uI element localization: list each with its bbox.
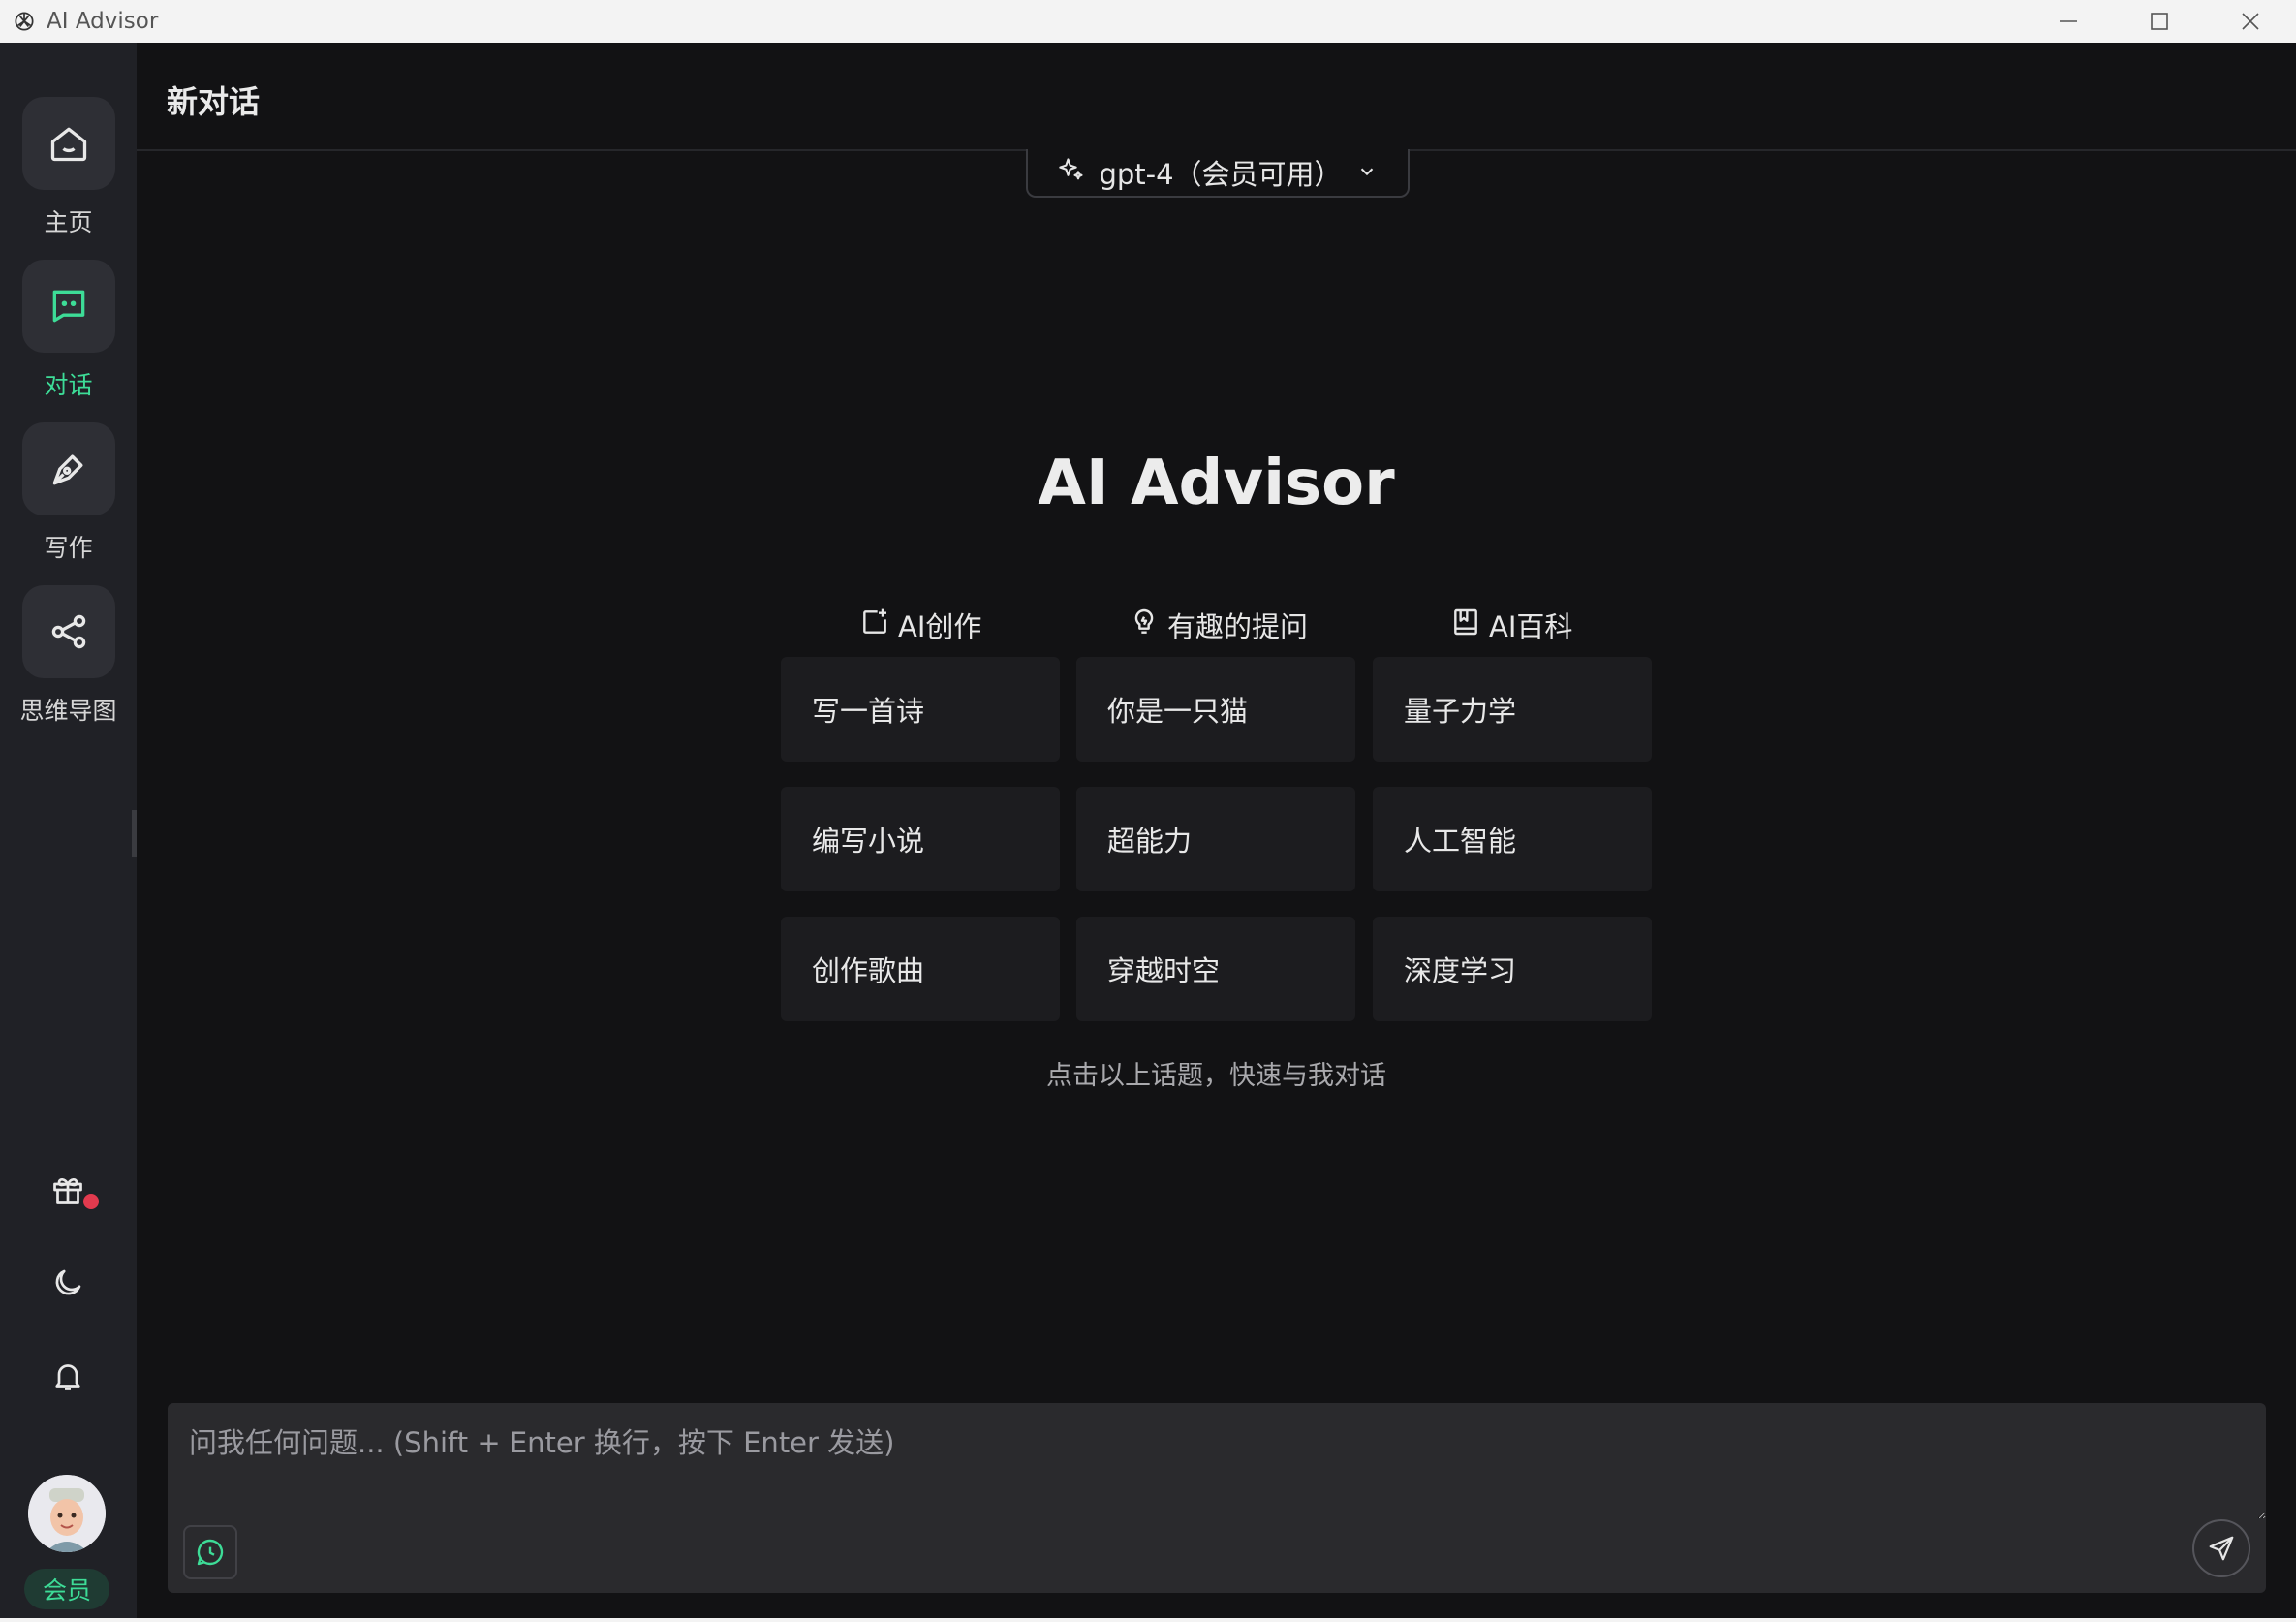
- sidebar: 主页 对话 写作 思维导图 会员: [0, 43, 137, 1622]
- sparkle-icon: [1058, 156, 1085, 190]
- chevron-down-icon: [1356, 156, 1378, 189]
- avatar[interactable]: [28, 1475, 106, 1552]
- category-label: AI百科: [1489, 610, 1573, 643]
- send-button[interactable]: [2192, 1519, 2250, 1577]
- sidebar-item-label: 思维导图: [19, 697, 117, 725]
- member-badge[interactable]: 会员: [24, 1569, 109, 1609]
- message-composer: [168, 1403, 2266, 1593]
- topic-card[interactable]: 超能力: [1076, 787, 1355, 891]
- gift-icon[interactable]: [41, 1163, 95, 1217]
- chat-icon: [21, 260, 115, 353]
- category-ai-encyclopedia[interactable]: AI百科: [1450, 605, 1572, 645]
- pen-icon: [21, 422, 115, 515]
- lightbulb-icon: [1129, 607, 1160, 644]
- home-icon: [21, 97, 115, 190]
- model-selector[interactable]: gpt-4（会员可用）: [1026, 149, 1410, 198]
- close-button[interactable]: [2205, 0, 2296, 43]
- mindmap-icon: [21, 585, 115, 678]
- window-bottom-border: [0, 1618, 2296, 1622]
- topic-card[interactable]: 你是一只猫: [1076, 657, 1355, 762]
- title-bar: AI Advisor: [0, 0, 2296, 43]
- book-icon: [1450, 607, 1481, 644]
- close-icon: [2242, 13, 2259, 30]
- sidebar-item-label: 对话: [44, 371, 93, 399]
- topic-card[interactable]: 写一首诗: [781, 657, 1060, 762]
- sidebar-item-mindmap[interactable]: 思维导图: [0, 585, 137, 727]
- notification-dot: [83, 1194, 99, 1209]
- topic-card[interactable]: 编写小说: [781, 787, 1060, 891]
- topic-card[interactable]: 深度学习: [1373, 917, 1652, 1021]
- topic-card[interactable]: 人工智能: [1373, 787, 1652, 891]
- window-title: AI Advisor: [47, 9, 159, 34]
- model-selector-value: gpt-4（会员可用）: [1099, 158, 1343, 191]
- send-icon: [2209, 1536, 2234, 1561]
- maximize-button[interactable]: [2114, 0, 2205, 43]
- main-panel: 新对话 gpt-4（会员可用） AI Advisor AI创作 有趣的提问 AI…: [137, 43, 2296, 1622]
- sidebar-item-label: 写作: [44, 534, 93, 562]
- category-label: AI创作: [898, 610, 982, 643]
- sidebar-item-label: 主页: [44, 208, 93, 236]
- moon-icon[interactable]: [41, 1256, 95, 1310]
- category-fun-questions[interactable]: 有趣的提问: [1129, 605, 1308, 645]
- edit-square-icon: [859, 607, 890, 644]
- header: 新对话: [137, 43, 2296, 151]
- history-button[interactable]: [183, 1525, 237, 1579]
- window-controls: [2023, 0, 2296, 43]
- sidebar-item-home[interactable]: 主页: [0, 97, 137, 238]
- hero-title: AI Advisor: [1038, 448, 1395, 519]
- openai-logo-icon: [10, 7, 39, 36]
- category-label: 有趣的提问: [1167, 610, 1309, 643]
- topic-card[interactable]: 创作歌曲: [781, 917, 1060, 1021]
- category-ai-creation[interactable]: AI创作: [859, 605, 981, 645]
- topic-card[interactable]: 量子力学: [1373, 657, 1652, 762]
- minimize-icon: [2060, 20, 2077, 22]
- topic-card[interactable]: 穿越时空: [1076, 917, 1355, 1021]
- page-title: 新对话: [167, 83, 261, 120]
- sidebar-item-writing[interactable]: 写作: [0, 422, 137, 564]
- bell-icon[interactable]: [41, 1349, 95, 1403]
- topics-hint: 点击以上话题，快速与我对话: [1046, 1061, 1386, 1091]
- sidebar-item-chat[interactable]: 对话: [0, 260, 137, 401]
- minimize-button[interactable]: [2023, 0, 2114, 43]
- message-input[interactable]: [168, 1403, 2266, 1519]
- maximize-icon: [2151, 13, 2168, 30]
- chat-history-icon: [197, 1539, 224, 1566]
